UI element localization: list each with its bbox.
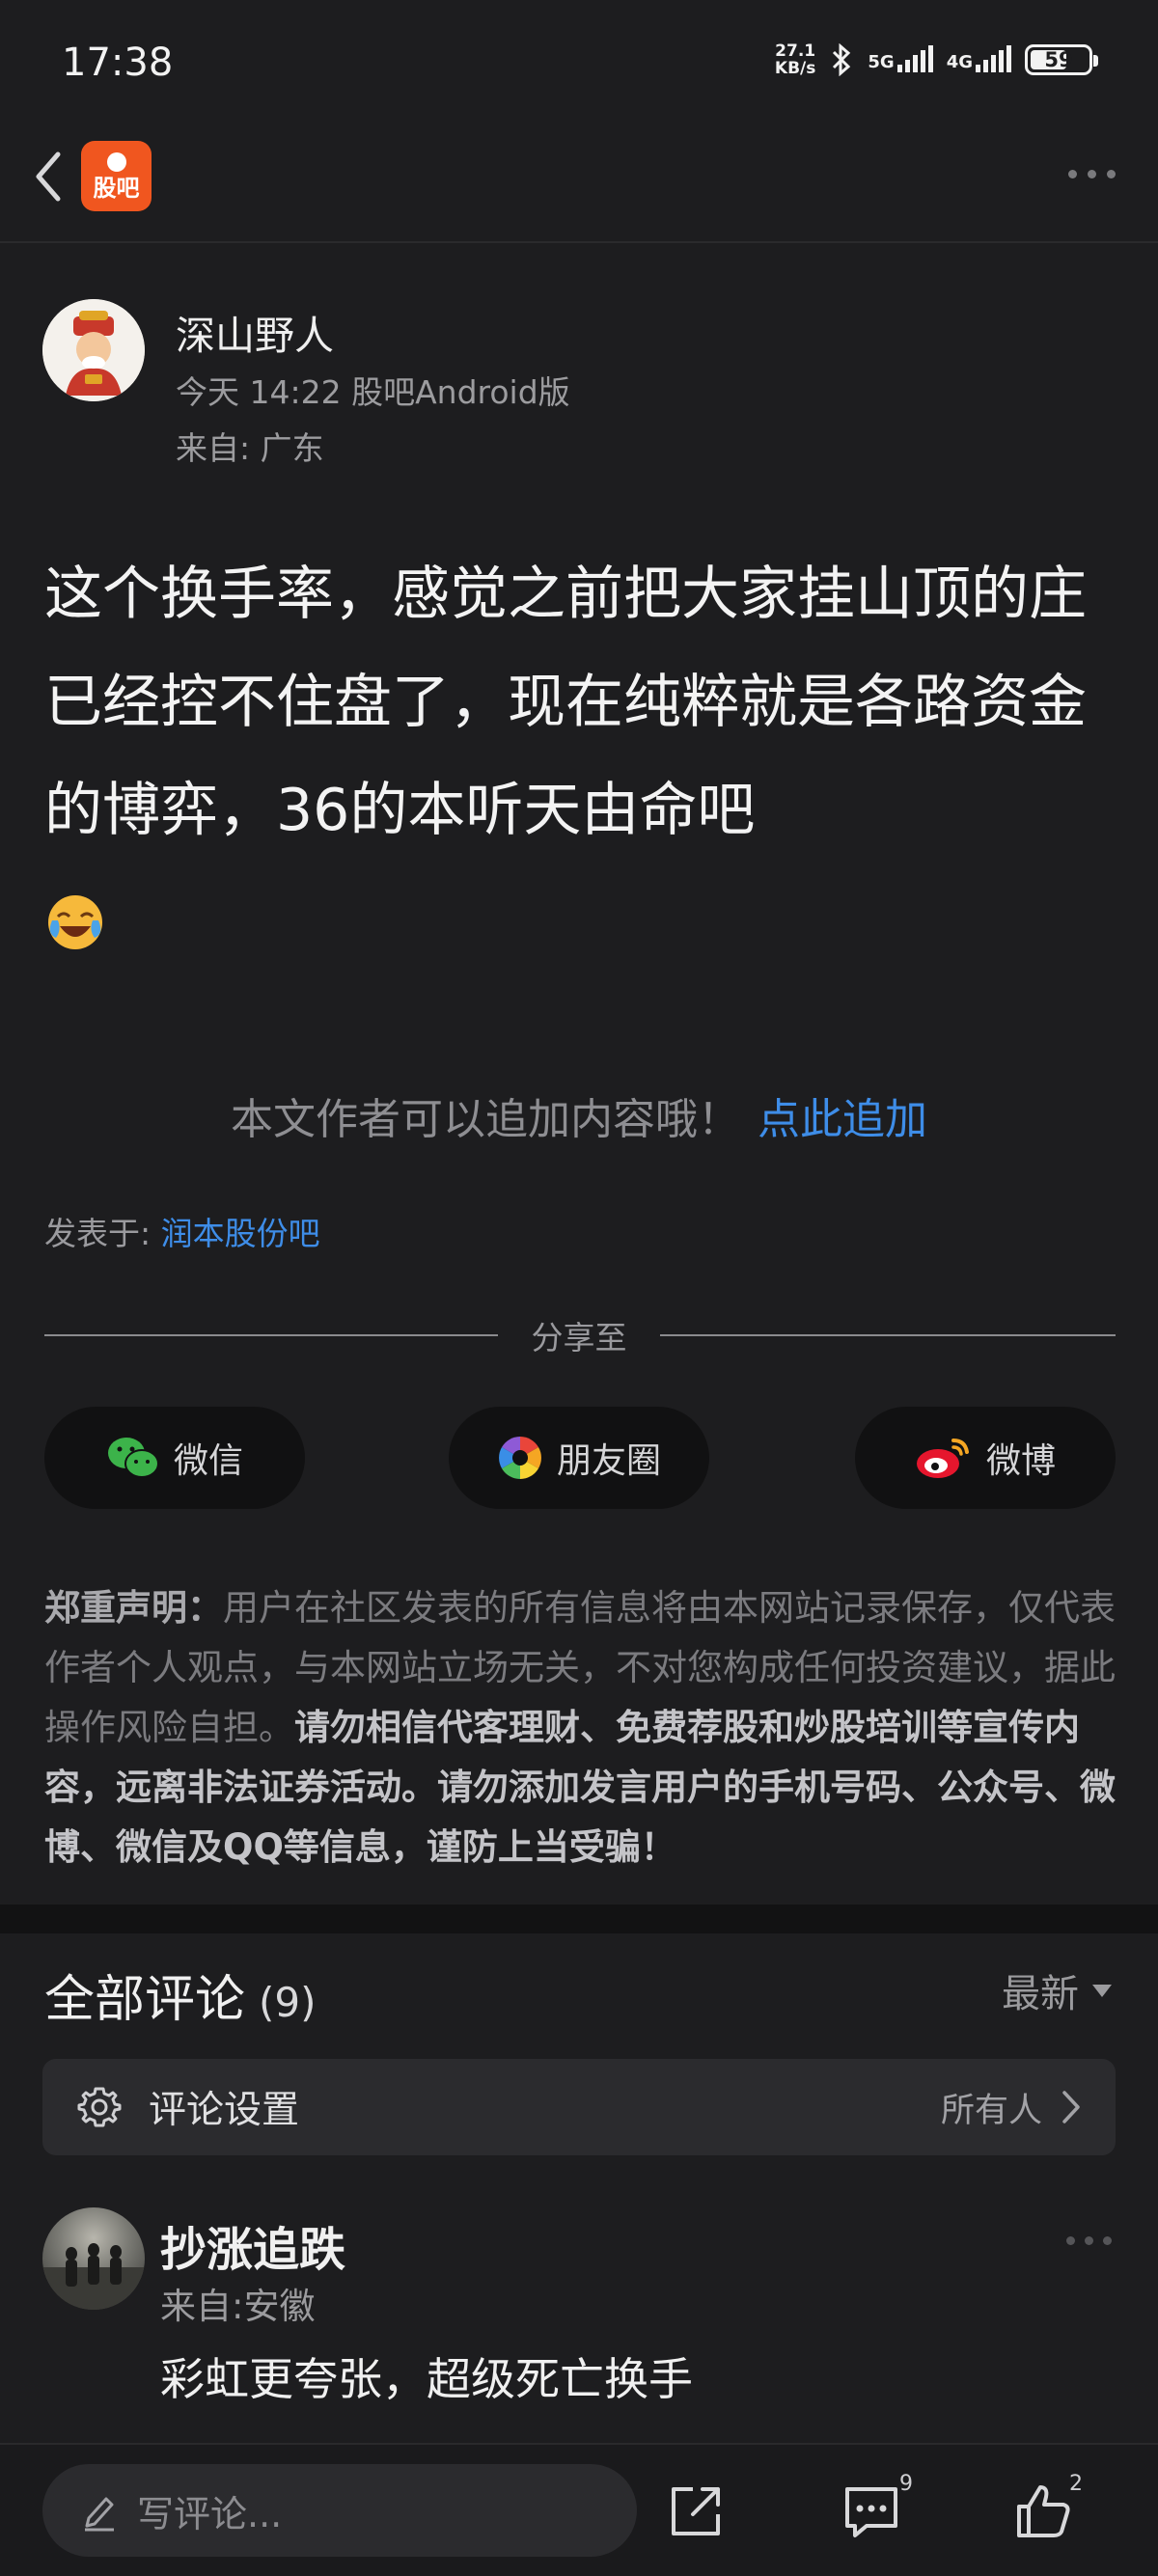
sort-dropdown[interactable]: 最新 — [1002, 1962, 1112, 2018]
network-speed: 27.1 KB/s — [775, 42, 815, 77]
bluetooth-icon — [833, 43, 851, 76]
caret-down-icon — [1092, 1984, 1112, 1997]
append-prompt: 本文作者可以追加内容哦！ 点此追加 — [0, 1084, 1158, 1146]
comments-count: (9) — [259, 1979, 317, 2026]
comments-title: 全部评论 — [44, 1971, 246, 2029]
signal-bars-icon — [896, 45, 933, 72]
post-time-source: 今天 14:22 股吧Android版 — [176, 373, 570, 411]
commenter-location: 来自:安徽 — [160, 2286, 316, 2327]
avatar-image — [42, 299, 145, 401]
thumbs-up-icon — [1017, 2485, 1070, 2537]
weibo-icon — [916, 1439, 969, 1478]
signal-4g-label: 4G — [946, 52, 973, 72]
battery-level: 59 — [1044, 48, 1073, 71]
section-divider — [0, 1905, 1158, 1933]
more-options-icon[interactable] — [1068, 170, 1116, 178]
chevron-right-icon — [1062, 2091, 1080, 2124]
status-icons: 27.1 KB/s 5G 4G 59 — [775, 42, 1098, 77]
comment-icon — [845, 2487, 897, 2537]
post-location: 来自: 广东 — [176, 429, 324, 467]
share-weibo-button[interactable]: 微博 — [855, 1407, 1116, 1509]
logo-text: 股吧 — [93, 174, 140, 202]
commenter-name[interactable]: 抄涨追跌 — [160, 2211, 345, 2279]
share-icon[interactable] — [664, 2480, 728, 2543]
comment-button[interactable]: 9 — [840, 2472, 926, 2549]
post-body: 这个换手率，感觉之前把大家挂山顶的庄已经控不住盘了，现在纯粹就是各路资金的博弈，… — [44, 561, 1087, 844]
write-comment-placeholder: 写评论... — [137, 2492, 283, 2535]
gear-icon — [77, 2087, 122, 2127]
author-name[interactable]: 深山野人 — [176, 303, 334, 361]
signal-5g-label: 5G — [868, 52, 895, 72]
append-prompt-text: 本文作者可以追加内容哦！ — [231, 1095, 740, 1144]
comment-settings-value: 所有人 — [940, 2091, 1042, 2130]
posted-in-bar-link[interactable]: 润本股份吧 — [161, 1215, 320, 1252]
back-arrow-icon[interactable] — [25, 145, 73, 208]
avatar-image — [42, 2243, 145, 2310]
share-weibo-label: 微博 — [985, 1441, 1056, 1481]
share-moments-button[interactable]: 朋友圈 — [449, 1407, 709, 1509]
author-avatar[interactable] — [42, 299, 145, 401]
comment-text: 彩虹更夸张，超级死亡换手 — [160, 2353, 693, 2405]
comment-more-icon[interactable] — [1066, 2236, 1112, 2245]
status-time: 17:38 — [62, 41, 174, 85]
network-speed-value: 27.1 — [775, 41, 816, 61]
share-wechat-label: 微信 — [173, 1441, 243, 1481]
append-link[interactable]: 点此追加 — [758, 1095, 927, 1144]
sort-label: 最新 — [1002, 1972, 1079, 2016]
signal-5g: 5G — [868, 45, 933, 72]
posted-in: 发表于: 润本股份吧 — [44, 1208, 320, 1254]
comment-settings-label: 评论设置 — [149, 2089, 300, 2132]
comment-settings-row[interactable]: 评论设置 所有人 — [42, 2059, 1116, 2155]
moments-icon — [499, 1437, 541, 1479]
like-button[interactable]: 2 — [1011, 2472, 1108, 2549]
commenter-avatar[interactable] — [42, 2207, 145, 2310]
comment-count-badge: 9 — [899, 2472, 913, 2496]
posted-in-label: 发表于: — [44, 1215, 161, 1252]
share-moments-label: 朋友圈 — [556, 1441, 661, 1481]
battery-icon: 59 — [1025, 44, 1098, 75]
guba-logo[interactable]: 股吧 — [81, 141, 152, 211]
wechat-icon — [107, 1438, 159, 1478]
signal-bars-icon — [976, 45, 1011, 72]
network-speed-unit: KB/s — [774, 59, 816, 78]
comments-header: 全部评论 (9) — [44, 1959, 317, 2031]
write-comment-input[interactable]: 写评论... — [42, 2464, 637, 2557]
share-wechat-button[interactable]: 微信 — [44, 1407, 305, 1509]
disclaimer-title: 郑重声明： — [44, 1587, 223, 1629]
header-divider — [0, 241, 1158, 243]
disclaimer: 郑重声明：用户在社区发表的所有信息将由本网站记录保存，仅代表作者个人观点，与本网… — [44, 1578, 1117, 1877]
signal-4g: 4G — [946, 45, 1011, 72]
share-label: 分享至 — [531, 1319, 627, 1357]
pencil-icon — [85, 2497, 114, 2532]
laughing-crying-emoji-icon — [48, 895, 102, 949]
like-count-badge: 2 — [1069, 2472, 1083, 2496]
